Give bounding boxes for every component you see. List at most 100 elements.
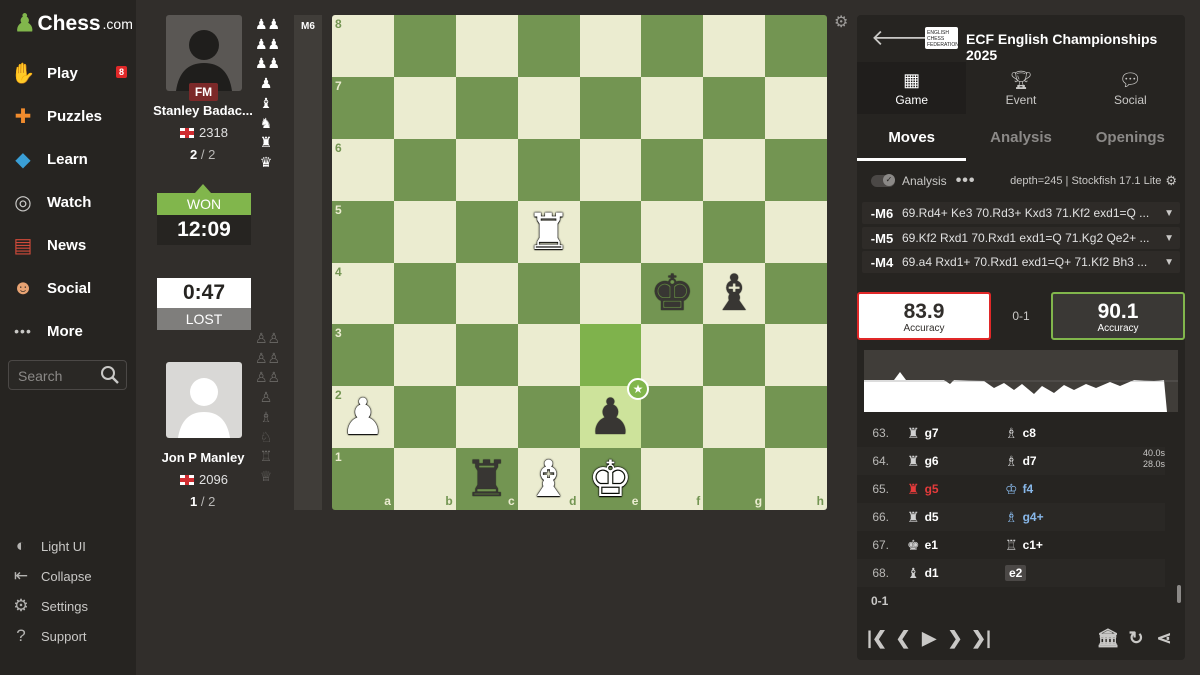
last-move-icon[interactable]: ❯|	[969, 623, 993, 653]
square-a2[interactable]: 2 ♟	[332, 386, 394, 449]
square-a4[interactable]: 4	[332, 262, 394, 325]
square-b6[interactable]	[393, 138, 456, 201]
first-move-icon[interactable]: |❮	[865, 623, 889, 653]
tab-social[interactable]: 💬︎ Social	[1076, 62, 1185, 114]
square-h2[interactable]	[765, 386, 827, 449]
collapse-button[interactable]: ⇤ Collapse	[10, 565, 92, 587]
square-g3[interactable]	[703, 324, 766, 387]
tab-event[interactable]: 🏆︎ Event	[966, 62, 1075, 114]
square-h6[interactable]	[765, 138, 827, 201]
square-d1[interactable]: d ♝	[517, 448, 580, 510]
square-e7[interactable]	[579, 76, 642, 139]
white-move[interactable]: ♚ e1	[897, 537, 995, 554]
board-settings-gear-icon[interactable]: ⚙	[834, 15, 850, 31]
square-d5[interactable]: ♜	[517, 200, 580, 263]
square-h1[interactable]: h	[765, 448, 827, 510]
square-e3[interactable]	[579, 324, 642, 387]
engine-line[interactable]: -M4 69.a4 Rxd1+ 70.Rxd1 exd1=Q+ 71.Kf2 B…	[862, 251, 1180, 273]
square-a5[interactable]: 5	[332, 200, 394, 263]
bottom-player-name[interactable]: Jon P Manley	[153, 450, 253, 465]
flip-board-icon[interactable]: ↻	[1125, 623, 1147, 653]
black-move[interactable]: ♗ c8	[995, 425, 1093, 442]
square-c1[interactable]: c ♜	[455, 448, 518, 510]
square-g7[interactable]	[703, 76, 766, 139]
nav-learn[interactable]: ◆ Learn	[0, 141, 136, 177]
square-h4[interactable]	[765, 262, 827, 325]
square-f7[interactable]	[641, 76, 704, 139]
square-d4[interactable]	[517, 262, 580, 325]
square-f6[interactable]	[641, 138, 704, 201]
black-move[interactable]: ♗ g4+	[995, 509, 1093, 526]
eval-graph[interactable]	[864, 350, 1178, 412]
play-icon[interactable]: ▶	[919, 623, 939, 653]
black-move[interactable]: ♔ f4	[995, 481, 1093, 498]
square-f4[interactable]: ♚	[641, 262, 704, 325]
chess-board[interactable]: 8 7 6 5 ♜ 4 ♚ ♝ 3 2 ♟ ♟ 1 a b c ♜ d ♝ e ♚ f g h	[332, 15, 827, 510]
square-h3[interactable]	[765, 324, 827, 387]
square-h5[interactable]	[765, 200, 827, 263]
top-player-name[interactable]: Stanley Badac...	[153, 103, 253, 118]
square-b8[interactable]	[393, 15, 456, 77]
white-move[interactable]: ♝ d1	[897, 565, 995, 582]
square-a7[interactable]: 7	[332, 76, 394, 139]
square-b3[interactable]	[393, 324, 456, 387]
white-piece[interactable]: ♜	[518, 201, 580, 263]
white-move[interactable]: ♜ d5	[897, 509, 995, 526]
event-title[interactable]: ECF English Championships 2025	[966, 31, 1185, 63]
support-link[interactable]: ? Support	[10, 625, 86, 647]
square-b2[interactable]	[393, 386, 456, 449]
tab-game[interactable]: ▦ Game	[857, 62, 967, 114]
square-b7[interactable]	[393, 76, 456, 139]
settings-link[interactable]: ⚙ Settings	[10, 595, 88, 617]
previous-move-icon[interactable]: ❮	[893, 623, 913, 653]
bottom-player-avatar[interactable]	[166, 362, 242, 438]
nav-watch[interactable]: ◎ Watch	[0, 184, 136, 220]
square-a8[interactable]: 8	[332, 15, 394, 77]
square-g1[interactable]: g	[703, 448, 766, 510]
black-move[interactable]: ♖ c1+	[995, 537, 1093, 554]
chess-logo[interactable]: ♟ Chess .com	[14, 12, 133, 36]
square-d8[interactable]	[517, 15, 580, 77]
tab-analysis[interactable]: Analysis	[966, 123, 1075, 161]
square-h7[interactable]	[765, 76, 827, 139]
white-piece[interactable]: ♟	[332, 386, 394, 448]
square-f1[interactable]: f	[641, 448, 704, 510]
square-g8[interactable]	[703, 15, 766, 77]
square-c3[interactable]	[455, 324, 518, 387]
library-icon[interactable]: 🏛︎	[1097, 623, 1120, 653]
square-c8[interactable]	[455, 15, 518, 77]
back-arrow-icon[interactable]: 🡐	[871, 27, 930, 49]
white-piece[interactable]: ♚	[580, 448, 642, 510]
expand-arrow-icon[interactable]: ▼	[1164, 257, 1174, 268]
square-c4[interactable]	[455, 262, 518, 325]
black-accuracy[interactable]: 90.1 Accuracy	[1051, 292, 1185, 340]
square-h8[interactable]	[765, 15, 827, 77]
engine-gear-icon[interactable]: ⚙	[1165, 173, 1177, 189]
square-e5[interactable]	[579, 200, 642, 263]
black-piece[interactable]: ♚	[641, 263, 703, 325]
square-e8[interactable]	[579, 15, 642, 77]
black-move[interactable]: e2	[995, 565, 1093, 581]
engine-line[interactable]: -M6 69.Rd4+ Ke3 70.Rd3+ Kxd3 71.Kf2 exd1…	[862, 202, 1180, 224]
moves-scrollbar[interactable]	[1177, 585, 1181, 603]
square-c7[interactable]	[455, 76, 518, 139]
white-move[interactable]: ♜ g6	[897, 453, 995, 470]
share-icon[interactable]: ⋖	[1153, 623, 1175, 653]
square-d3[interactable]	[517, 324, 580, 387]
square-g4[interactable]: ♝	[703, 262, 766, 325]
square-e1[interactable]: e ♚	[579, 448, 642, 510]
square-b1[interactable]: b	[393, 448, 456, 510]
engine-line[interactable]: -M5 69.Kf2 Rxd1 70.Rxd1 exd1=Q 71.Kg2 Qe…	[862, 227, 1180, 249]
analysis-toggle[interactable]	[871, 174, 895, 187]
search-input[interactable]: Search	[8, 360, 127, 390]
search-icon[interactable]	[100, 365, 120, 385]
black-piece[interactable]: ♝	[703, 263, 765, 325]
tab-openings[interactable]: Openings	[1076, 123, 1185, 161]
square-d7[interactable]	[517, 76, 580, 139]
square-g6[interactable]	[703, 138, 766, 201]
black-move[interactable]: ♗ d7	[995, 453, 1093, 470]
square-e6[interactable]	[579, 138, 642, 201]
square-f8[interactable]	[641, 15, 704, 77]
next-move-icon[interactable]: ❯	[945, 623, 965, 653]
square-b5[interactable]	[393, 200, 456, 263]
